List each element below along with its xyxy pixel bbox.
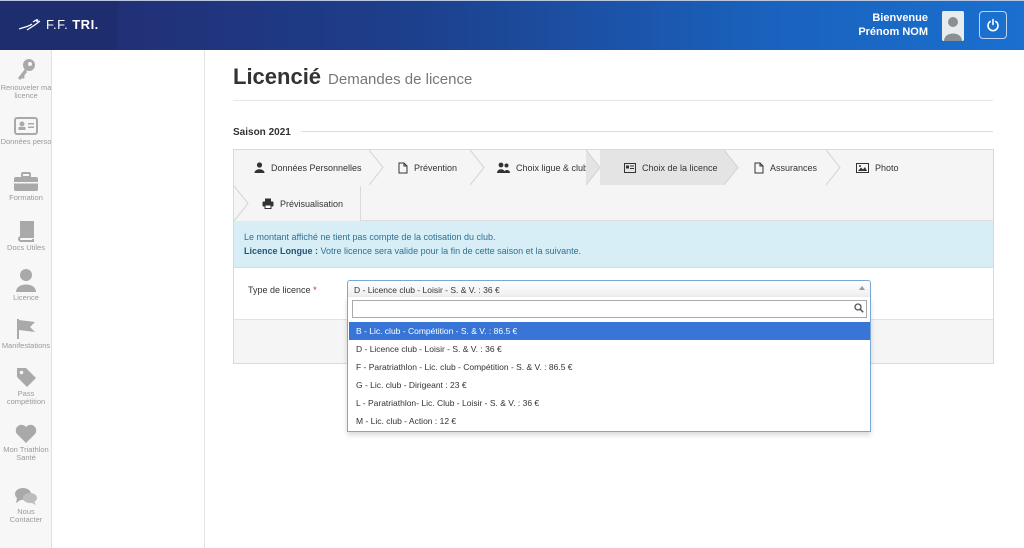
- document-icon: [398, 162, 408, 173]
- sidebar-item-pass[interactable]: Pass compétition: [0, 366, 52, 406]
- card-icon: [624, 162, 636, 173]
- dropdown-search-input[interactable]: [352, 300, 867, 318]
- tab-label: Photo: [875, 162, 899, 173]
- user-icon: [16, 269, 36, 292]
- sidebar-item-formation[interactable]: Formation: [0, 172, 52, 202]
- logo-tri-text: TRI.: [72, 17, 99, 32]
- logout-button[interactable]: [979, 11, 1007, 39]
- user-icon: [254, 162, 265, 173]
- briefcase-icon: [14, 172, 38, 191]
- tab-label: Prévisualisation: [280, 198, 344, 209]
- step-separator: [234, 186, 249, 221]
- tabs-row-2: Prévisualisation: [234, 186, 361, 221]
- tab-label: Choix ligue & club: [516, 162, 589, 173]
- dropdown-option[interactable]: F - Paratriathlon - Lic. club - Compétit…: [349, 358, 870, 376]
- page-title-sub: Demandes de licence: [328, 71, 473, 88]
- triathlete-logo-icon: [18, 18, 41, 30]
- sidebar-item-label: Données perso: [0, 137, 52, 146]
- welcome-text: Bienvenue Prénom NOM: [858, 11, 928, 39]
- sidebar-item-manifestations[interactable]: Manifestations: [0, 318, 52, 350]
- sidebar-item-licence[interactable]: Licence: [0, 268, 52, 302]
- tab-label: Données Personnelles: [271, 162, 362, 173]
- sidebar-item-label: Licence: [13, 293, 39, 302]
- sidebar-item-label: Mon Triathlon Santé: [3, 445, 49, 462]
- licence-type-select[interactable]: D - Licence club - Loisir - S. & V. : 36…: [347, 280, 871, 298]
- secondary-sidebar-panel: [52, 50, 205, 548]
- tab-previsualisation[interactable]: Prévisualisation: [262, 186, 360, 221]
- dropdown-option[interactable]: M - Lic. club - Action : 12 €: [349, 412, 870, 430]
- sidebar-item-renouveler[interactable]: Renouveler ma licence: [0, 58, 52, 100]
- dropdown-option[interactable]: L - Paratriathlon- Lic. Club - Loisir - …: [349, 394, 870, 412]
- image-icon: [856, 162, 869, 173]
- sidebar-item-docs[interactable]: Docs Utiles: [0, 220, 52, 252]
- avatar[interactable]: [942, 11, 964, 41]
- required-mark: *: [313, 285, 317, 295]
- tab-label: Choix de la licence: [642, 162, 718, 173]
- tab-label: Assurances: [770, 162, 818, 173]
- page-title-main: Licencié: [233, 64, 322, 89]
- tab-photo[interactable]: Photo: [842, 150, 926, 185]
- sidebar-item-sante[interactable]: Mon Triathlon Santé: [0, 424, 52, 462]
- tab-choix-ligue-club[interactable]: Choix ligue & club: [487, 150, 594, 185]
- licence-type-label: Type de licence *: [248, 285, 317, 295]
- tab-choix-licence[interactable]: Choix de la licence: [600, 150, 724, 185]
- book-icon: [18, 221, 34, 242]
- heart-icon: [15, 424, 37, 443]
- flag-icon: [17, 319, 35, 339]
- dropdown-option[interactable]: B - Lic. club - Compétition - S. & V. : …: [349, 322, 870, 340]
- welcome-username: Prénom NOM: [858, 26, 928, 38]
- sidebar-item-label: Formation: [9, 193, 43, 202]
- print-icon: [262, 198, 274, 209]
- page-title: Licencié Demandes de licence: [233, 64, 472, 90]
- info-alert: Le montant affiché ne tient pas compte d…: [234, 221, 993, 268]
- key-icon: [18, 59, 35, 80]
- welcome-greeting: Bienvenue: [872, 12, 928, 24]
- sidebar-item-label: Docs Utiles: [7, 243, 45, 252]
- avatar-user-icon: [942, 11, 964, 41]
- info-licence-longue-label: Licence Longue :: [244, 246, 319, 256]
- logo-ff-text: F.F.: [46, 17, 69, 32]
- tab-label: Prévention: [414, 162, 458, 173]
- season-heading: Saison 2021: [233, 127, 291, 138]
- season-divider: [301, 131, 993, 132]
- top-header: F.F. TRI. Bienvenue Prénom NOM: [0, 0, 1024, 51]
- select-arrow-up-icon[interactable]: [859, 286, 865, 290]
- sidebar-item-label: Nous Contacter: [9, 507, 43, 524]
- sidebar-item-label: Manifestations: [1, 341, 51, 350]
- dropdown-option[interactable]: G - Lic. club - Dirigeant : 23 €: [349, 376, 870, 394]
- info-licence-longue: Licence Longue : Votre licence sera vali…: [244, 244, 983, 258]
- title-divider: [233, 100, 993, 101]
- document-icon: [754, 162, 764, 173]
- sidebar-item-label: Renouveler ma licence: [0, 83, 52, 100]
- licence-type-dropdown: B - Lic. club - Compétition - S. & V. : …: [347, 297, 871, 432]
- sidebar: Renouveler ma licence Données perso Form…: [0, 50, 52, 548]
- chat-icon: [15, 488, 37, 505]
- tag-icon: [17, 368, 36, 387]
- tab-assurances[interactable]: Assurances: [740, 150, 830, 185]
- info-cotisation-text: Le montant affiché ne tient pas compte d…: [244, 232, 496, 242]
- tab-donnees-personnelles[interactable]: Données Personnelles: [234, 150, 377, 185]
- dropdown-option[interactable]: D - Licence club - Loisir - S. & V. : 36…: [349, 340, 870, 358]
- wizard-steps: Données Personnelles Prévention Choix li…: [234, 150, 993, 221]
- licence-type-label-text: Type de licence: [248, 285, 311, 295]
- users-icon: [497, 162, 510, 173]
- info-licence-longue-text: Votre licence sera valide pour la fin de…: [318, 246, 582, 256]
- sidebar-item-donnees[interactable]: Données perso: [0, 116, 52, 146]
- search-icon: [854, 303, 864, 313]
- sidebar-item-contact[interactable]: Nous Contacter: [0, 486, 52, 524]
- fftri-logo[interactable]: F.F. TRI.: [18, 17, 99, 32]
- power-icon: [987, 18, 999, 32]
- logo-area[interactable]: F.F. TRI.: [0, 1, 118, 51]
- select-current-value: D - Licence club - Loisir - S. & V. : 36…: [354, 285, 500, 295]
- sidebar-item-label: Pass compétition: [6, 389, 46, 406]
- id-card-icon: [14, 117, 38, 135]
